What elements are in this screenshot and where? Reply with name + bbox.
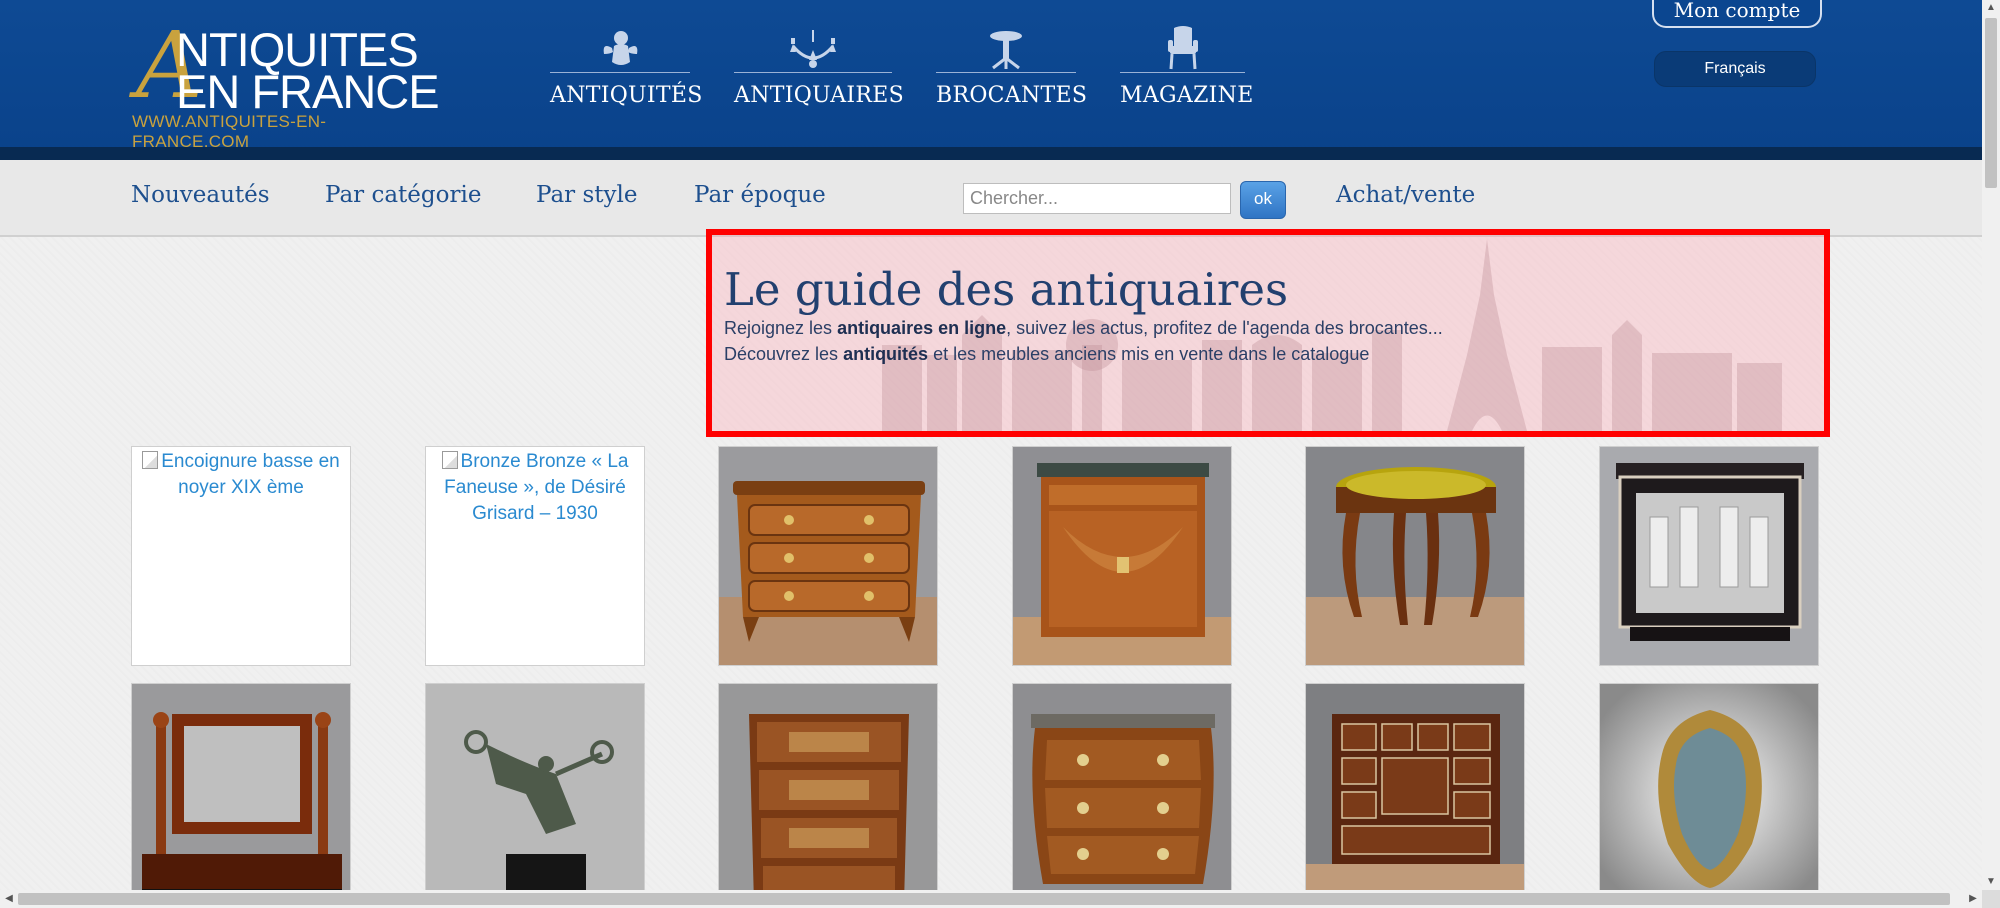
horizontal-scrollbar[interactable]: ◀ ▶	[0, 890, 1982, 908]
scroll-right-arrow-icon[interactable]: ▶	[1964, 890, 1982, 908]
scrollbar-corner	[1982, 890, 2000, 908]
logo-line-2: EN FRANCE	[176, 65, 440, 118]
broken-image-icon	[142, 451, 159, 469]
product-card[interactable]	[131, 683, 351, 903]
guide-line-1: Rejoignez les antiquaires en ligne, suiv…	[724, 318, 1443, 338]
product-card[interactable]	[1305, 683, 1525, 903]
dancer-sculpture-icon	[426, 684, 644, 902]
vertical-scrollbar[interactable]: ▲ ▼	[1982, 0, 2000, 890]
tall-chest-icon	[719, 684, 937, 902]
gilt-mirror-icon	[1600, 684, 1818, 902]
subnav-par-categorie[interactable]: Par catégorie	[325, 182, 481, 208]
pedestal-table-icon	[990, 31, 1022, 70]
broken-image-icon	[441, 451, 458, 469]
scroll-left-arrow-icon[interactable]: ◀	[0, 890, 18, 908]
site-logo[interactable]: A NTIQUITES EN FRANCE WWW.ANTIQUITES-EN-…	[130, 20, 440, 152]
subnav-par-epoque[interactable]: Par époque	[694, 182, 826, 208]
inlaid-cabinet-icon	[1306, 684, 1524, 902]
product-card[interactable]	[1599, 446, 1819, 666]
nav-antiquaires[interactable]: ANTIQUAIRES	[734, 24, 904, 114]
nav-magazine[interactable]: MAGAZINE	[1120, 24, 1254, 114]
chandelier-icon	[790, 30, 836, 68]
product-card[interactable]	[1305, 446, 1525, 666]
vertical-scroll-thumb[interactable]	[1985, 18, 1997, 188]
product-card[interactable]	[1012, 446, 1232, 666]
bombe-commode-icon	[1013, 684, 1231, 902]
product-card[interactable]	[718, 446, 938, 666]
scroll-up-arrow-icon[interactable]: ▲	[1982, 0, 2000, 16]
main-nav: ANTIQUITÉS ANTIQUAIRES BROCANTES MAGAZIN…	[550, 24, 1289, 114]
subnav-par-style[interactable]: Par style	[536, 182, 637, 208]
cherub-icon	[603, 31, 638, 65]
product-alt-text: Bronze Bronze « La Faneuse », de Désiré …	[426, 449, 644, 527]
liquor-cabinet-icon	[1600, 447, 1818, 665]
guide-title: Le guide des antiquaires	[724, 263, 1289, 316]
guide-line-2: Découvrez les antiquités et les meubles …	[724, 344, 1370, 364]
secretary-desk-icon	[1013, 447, 1231, 665]
search-input[interactable]	[963, 183, 1231, 214]
nav-antiquaires-label: ANTIQUAIRES	[734, 83, 904, 108]
search-ok-button[interactable]: ok	[1240, 181, 1286, 219]
stool-icon	[1306, 447, 1524, 665]
nav-magazine-label: MAGAZINE	[1120, 83, 1254, 108]
product-alt-text: Encoignure basse en noyer XIX ème	[132, 449, 350, 501]
site-header: A NTIQUITES EN FRANCE WWW.ANTIQUITES-EN-…	[0, 0, 1982, 160]
product-card[interactable]	[425, 683, 645, 903]
account-button[interactable]: Mon compte	[1652, 0, 1822, 28]
secondary-nav: Nouveautés Par catégorie Par style Par é…	[0, 160, 1982, 237]
link-antiquaires-en-ligne[interactable]: antiquaires en ligne	[837, 318, 1006, 338]
nav-brocantes[interactable]: BROCANTES	[936, 24, 1088, 114]
link-antiquites[interactable]: antiquités	[843, 344, 928, 364]
subnav-nouveautes[interactable]: Nouveautés	[131, 182, 270, 208]
horizontal-scroll-thumb[interactable]	[18, 893, 1950, 905]
armchair-icon	[1167, 26, 1198, 70]
product-card[interactable]: Bronze Bronze « La Faneuse », de Désiré …	[425, 446, 645, 666]
chest-of-drawers-icon	[719, 447, 937, 665]
nav-brocantes-label: BROCANTES	[936, 83, 1088, 108]
subnav-achat-vente[interactable]: Achat/vente	[1336, 182, 1475, 208]
scroll-down-arrow-icon[interactable]: ▼	[1982, 874, 2000, 890]
nav-antiquites-label: ANTIQUITÉS	[550, 83, 703, 108]
product-card[interactable]	[1012, 683, 1232, 903]
product-card[interactable]: Encoignure basse en noyer XIX ème	[131, 446, 351, 666]
product-card[interactable]	[718, 683, 938, 903]
dressing-mirror-icon	[132, 684, 350, 902]
guide-banner: Le guide des antiquaires Rejoignez les a…	[706, 229, 1830, 437]
language-selector[interactable]: Français	[1654, 51, 1816, 87]
product-card[interactable]	[1599, 683, 1819, 903]
logo-url: WWW.ANTIQUITES-EN-FRANCE.COM	[132, 112, 327, 151]
nav-antiquites[interactable]: ANTIQUITÉS	[550, 24, 703, 114]
